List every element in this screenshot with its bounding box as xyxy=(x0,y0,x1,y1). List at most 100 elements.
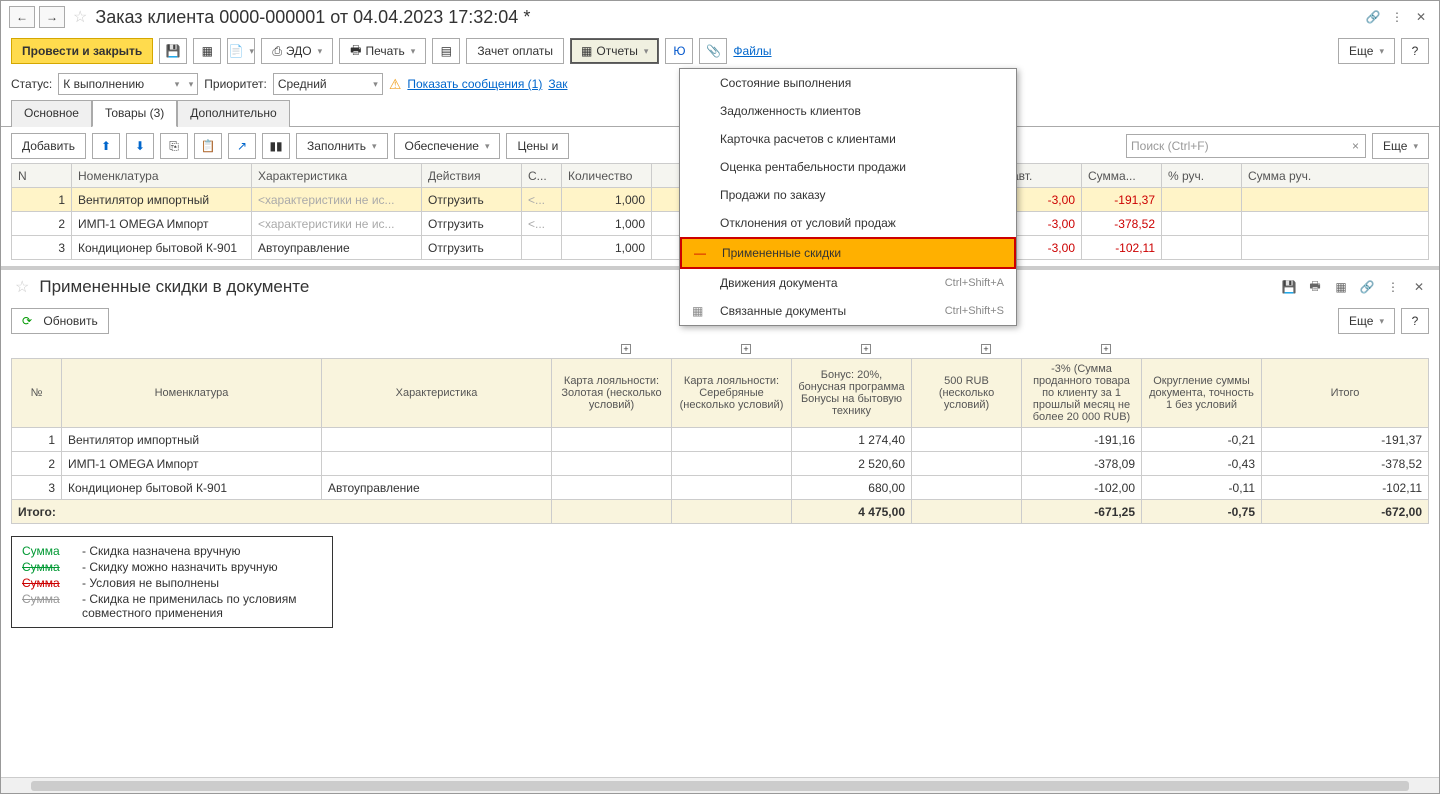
post-icon[interactable]: ▦ xyxy=(193,38,221,64)
expand-icon[interactable]: + xyxy=(981,344,991,354)
more-button-2[interactable]: Еще xyxy=(1372,133,1429,159)
help-icon[interactable]: ? xyxy=(1401,38,1429,64)
expand-icon[interactable]: + xyxy=(741,344,751,354)
close-icon[interactable]: ✕ xyxy=(1411,7,1431,27)
menu-status[interactable]: Состояние выполнения xyxy=(680,69,1016,97)
related-icon: ▦ xyxy=(692,304,703,318)
create-based-on-button[interactable]: 📄 xyxy=(227,38,255,64)
cell: 2 xyxy=(12,452,62,476)
favorite-icon-2[interactable]: ☆ xyxy=(15,277,29,297)
tab-extra[interactable]: Дополнительно xyxy=(177,100,289,127)
status-select[interactable]: К выполнению xyxy=(58,73,198,95)
col-act[interactable]: Действия xyxy=(422,164,522,188)
cell: Отгрузить xyxy=(422,212,522,236)
horizontal-scrollbar[interactable] xyxy=(1,777,1439,793)
rcol-c4[interactable]: 500 RUB (несколько условий) xyxy=(912,359,1022,428)
expand-icon[interactable]: + xyxy=(621,344,631,354)
menu-card[interactable]: Карточка расчетов с клиентами xyxy=(680,125,1016,153)
rcol-n[interactable]: № xyxy=(12,359,62,428)
col-nom[interactable]: Номенклатура xyxy=(72,164,252,188)
expand-icon[interactable]: + xyxy=(1101,344,1111,354)
supply-button[interactable]: Обеспечение xyxy=(394,133,501,159)
kebab-icon-2[interactable]: ⋮ xyxy=(1383,277,1403,297)
paste-icon[interactable]: 📋 xyxy=(194,133,222,159)
link-icon[interactable]: 🔗 xyxy=(1363,7,1383,27)
show-messages-link[interactable]: Показать сообщения (1) xyxy=(407,77,542,91)
menu-deviations[interactable]: Отклонения от условий продаж xyxy=(680,209,1016,237)
close-link[interactable]: Зак xyxy=(548,77,567,91)
cell: 1 274,40 xyxy=(792,428,912,452)
col-char[interactable]: Характеристика xyxy=(252,164,422,188)
rcol-c5[interactable]: -3% (Сумма проданного товара по клиенту … xyxy=(1022,359,1142,428)
copy-icon[interactable]: ⎘ xyxy=(160,133,188,159)
kebab-icon[interactable]: ⋮ xyxy=(1387,7,1407,27)
clear-icon[interactable]: × xyxy=(1352,139,1359,153)
cell: -102,11 xyxy=(1262,476,1429,500)
rcol-char[interactable]: Характеристика xyxy=(322,359,552,428)
attach-icon[interactable]: 📎 xyxy=(699,38,727,64)
prices-button[interactable]: Цены и xyxy=(506,133,569,159)
files-link[interactable]: Файлы xyxy=(733,44,771,58)
col-n[interactable]: N xyxy=(12,164,72,188)
print-report-icon[interactable]: 🖶 xyxy=(1305,277,1325,297)
cell: -0,75 xyxy=(1142,500,1262,524)
legend-text: - Условия не выполнены xyxy=(82,576,219,590)
report-row[interactable]: 3Кондиционер бытовой К-901Автоуправление… xyxy=(12,476,1429,500)
rcol-c7[interactable]: Итого xyxy=(1262,359,1429,428)
rcol-c3[interactable]: Бонус: 20%, бонусная программа Бонусы на… xyxy=(792,359,912,428)
rcol-c1[interactable]: Карта лояльности: Золотая (несколько усл… xyxy=(552,359,672,428)
refresh-button[interactable]: ⟳ Обновить xyxy=(11,308,109,334)
share-icon[interactable]: ↗ xyxy=(228,133,256,159)
cell: -378,09 xyxy=(1022,452,1142,476)
move-up-icon[interactable]: ⬆ xyxy=(92,133,120,159)
move-down-icon[interactable]: ⬇ xyxy=(126,133,154,159)
menu-movements[interactable]: Движения документаCtrl+Shift+A xyxy=(680,269,1016,297)
favorite-icon[interactable]: ☆ xyxy=(73,7,87,27)
offset-button[interactable]: Зачет оплаты xyxy=(466,38,564,64)
rcol-nom[interactable]: Номенклатура xyxy=(62,359,322,428)
cell: -671,25 xyxy=(1022,500,1142,524)
post-and-close-button[interactable]: Провести и закрыть xyxy=(11,38,153,64)
more-button-3[interactable]: Еще xyxy=(1338,308,1395,334)
menu-sales[interactable]: Продажи по заказу xyxy=(680,181,1016,209)
col-s[interactable]: С... xyxy=(522,164,562,188)
rcol-c2[interactable]: Карта лояльности: Серебряные (несколько … xyxy=(672,359,792,428)
yookassa-icon[interactable]: Ю xyxy=(665,38,693,64)
cell: -191,16 xyxy=(1022,428,1142,452)
report-row[interactable]: 2ИМП-1 OMEGA Импорт2 520,60-378,09-0,43-… xyxy=(12,452,1429,476)
print-button[interactable]: 🖶Печать xyxy=(339,38,426,64)
col-manpct[interactable]: % руч. xyxy=(1162,164,1242,188)
export-icon[interactable]: ▦ xyxy=(1331,277,1351,297)
link-icon-2[interactable]: 🔗 xyxy=(1357,277,1377,297)
fill-button[interactable]: Заполнить xyxy=(296,133,387,159)
menu-related[interactable]: ▦Связанные документыCtrl+Shift+S xyxy=(680,297,1016,325)
menu-profit[interactable]: Оценка рентабельности продажи xyxy=(680,153,1016,181)
col-qty[interactable]: Количество xyxy=(562,164,652,188)
rcol-c6[interactable]: Округление суммы документа, точность 1 б… xyxy=(1142,359,1262,428)
barcode-icon[interactable]: ▮▮ xyxy=(262,133,290,159)
nav-back-button[interactable]: ← xyxy=(9,6,35,28)
tab-main[interactable]: Основное xyxy=(11,100,92,127)
col-suma[interactable]: Сумма... xyxy=(1082,164,1162,188)
priority-value: Средний xyxy=(278,77,327,91)
priority-select[interactable]: Средний xyxy=(273,73,383,95)
search-input[interactable]: Поиск (Ctrl+F)× xyxy=(1126,134,1366,158)
nav-forward-button[interactable]: → xyxy=(39,6,65,28)
col-summ[interactable]: Сумма руч. xyxy=(1242,164,1429,188)
report-title: Примененные скидки в документе xyxy=(39,277,1273,297)
menu-debt[interactable]: Задолженность клиентов xyxy=(680,97,1016,125)
help-icon-2[interactable]: ? xyxy=(1401,308,1429,334)
report-row[interactable]: 1Вентилятор импортный1 274,40-191,16-0,2… xyxy=(12,428,1429,452)
save-report-icon[interactable]: 💾 xyxy=(1279,277,1299,297)
save-icon[interactable]: 💾 xyxy=(159,38,187,64)
more-button[interactable]: Еще xyxy=(1338,38,1395,64)
close-icon-2[interactable]: ✕ xyxy=(1409,277,1429,297)
cell xyxy=(322,452,552,476)
reports-button[interactable]: ▦Отчеты xyxy=(570,38,659,64)
tab-goods[interactable]: Товары (3) xyxy=(92,100,177,127)
add-button[interactable]: Добавить xyxy=(11,133,86,159)
doc-icon[interactable]: ▤ xyxy=(432,38,460,64)
edo-button[interactable]: ⎙ЭДО xyxy=(261,38,333,64)
expand-icon[interactable]: + xyxy=(861,344,871,354)
menu-applied-discounts[interactable]: Примененные скидки— xyxy=(680,237,1016,269)
